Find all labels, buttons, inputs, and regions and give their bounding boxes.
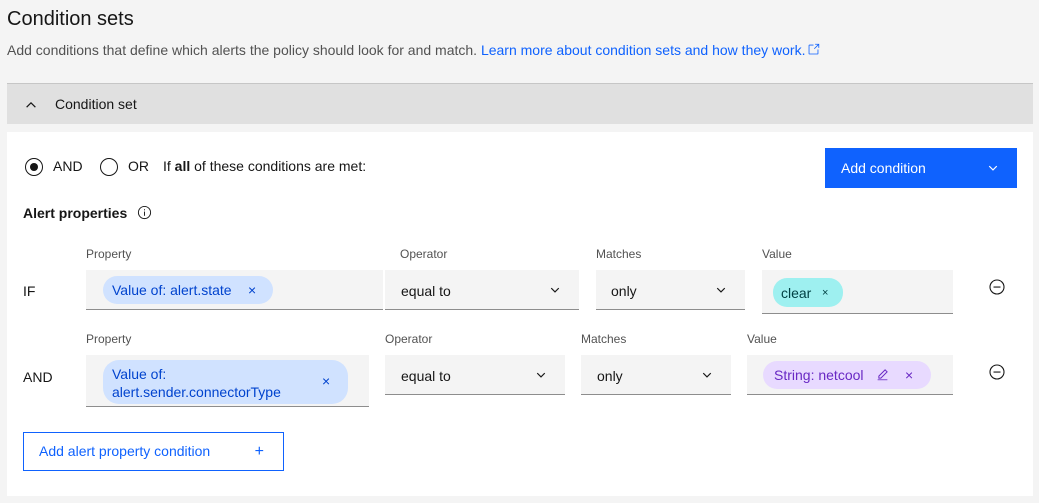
value-tag-remove-icon[interactable]: × bbox=[822, 286, 828, 300]
page-description: Add conditions that define which alerts … bbox=[7, 41, 820, 59]
plus-icon: + bbox=[254, 443, 264, 460]
description-text: Add conditions that define which alerts … bbox=[7, 42, 481, 58]
row-label-if: IF bbox=[23, 283, 36, 299]
matches-value: only bbox=[597, 368, 623, 384]
chevron-down-icon bbox=[716, 287, 726, 293]
alert-properties-title: Alert properties bbox=[23, 205, 128, 221]
radio-and[interactable] bbox=[25, 158, 43, 176]
condition-statement: If all of these conditions are met: bbox=[163, 158, 367, 174]
chevron-down-icon bbox=[536, 372, 546, 378]
matches-label: Matches bbox=[596, 247, 642, 261]
property-label: Property bbox=[86, 332, 132, 346]
operator-label: Operator bbox=[400, 247, 448, 261]
operator-value: equal to bbox=[401, 283, 451, 299]
chevron-down-icon bbox=[550, 287, 560, 293]
external-link-icon bbox=[809, 43, 820, 55]
operator-label: Operator bbox=[385, 332, 433, 346]
matches-value: only bbox=[611, 283, 637, 299]
add-alert-property-condition-button[interactable]: Add alert property condition + bbox=[23, 432, 284, 471]
radio-and-label: AND bbox=[53, 158, 83, 174]
info-icon[interactable] bbox=[137, 205, 152, 220]
matches-label: Matches bbox=[581, 332, 627, 346]
radio-or[interactable] bbox=[100, 158, 118, 176]
remove-condition-icon[interactable] bbox=[989, 279, 1005, 295]
edit-icon[interactable] bbox=[876, 368, 889, 381]
add-condition-button[interactable]: Add condition bbox=[825, 148, 1017, 188]
accordion-title: Condition set bbox=[55, 96, 137, 112]
condition-set-accordion-header[interactable] bbox=[7, 84, 1033, 124]
property-label: Property bbox=[86, 247, 132, 261]
chevron-down-icon bbox=[702, 372, 712, 378]
operator-value: equal to bbox=[401, 368, 451, 384]
remove-condition-icon[interactable] bbox=[989, 364, 1005, 380]
property-tag-remove-icon[interactable]: × bbox=[322, 374, 330, 388]
value-label: Value bbox=[747, 332, 777, 346]
value-label: Value bbox=[762, 247, 792, 261]
value-tag: clear bbox=[773, 278, 843, 307]
value-tag-remove-icon[interactable]: × bbox=[905, 368, 913, 382]
row-label-and: AND bbox=[23, 369, 53, 385]
property-tag-remove-icon[interactable]: × bbox=[248, 283, 256, 297]
chevron-up-icon[interactable] bbox=[24, 98, 38, 112]
page-title: Condition sets bbox=[7, 8, 134, 30]
property-tag: Value of: alert.sender.connectorType bbox=[103, 360, 348, 404]
radio-or-label: OR bbox=[128, 158, 149, 174]
chevron-down-icon bbox=[988, 165, 998, 171]
learn-more-link[interactable]: Learn more about condition sets and how … bbox=[481, 42, 821, 58]
